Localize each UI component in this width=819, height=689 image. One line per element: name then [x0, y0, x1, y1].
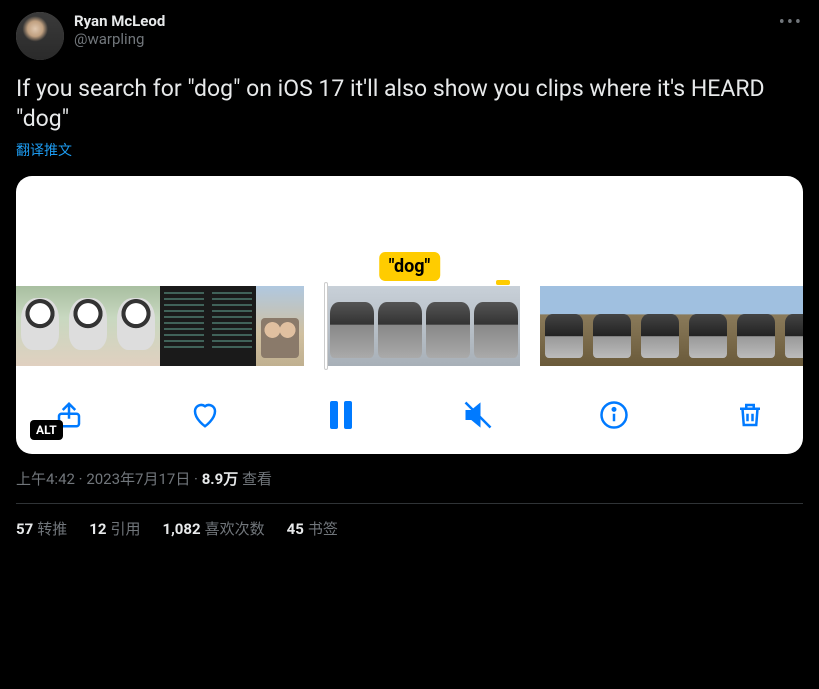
tweet-date: 2023年7月17日	[86, 470, 190, 488]
thumbnail	[780, 286, 803, 366]
info-icon[interactable]	[599, 398, 629, 432]
translate-link[interactable]: 翻译推文	[16, 140, 803, 160]
media-toolbar	[16, 370, 803, 442]
tweet-meta[interactable]: 上午4:42 · 2023年7月17日 · 8.9万 查看	[16, 468, 803, 489]
thumbnail	[16, 286, 64, 366]
thumbnail	[160, 286, 208, 366]
thumbnail	[588, 286, 636, 366]
thumbnail	[424, 286, 472, 366]
thumbnail	[256, 286, 304, 366]
divider	[16, 503, 803, 504]
more-icon[interactable]: •••	[779, 12, 803, 33]
trash-icon[interactable]	[735, 398, 765, 432]
user-handle: @warpling	[74, 30, 165, 48]
avatar[interactable]	[16, 12, 64, 60]
thumbnail	[64, 286, 112, 366]
likes-stat[interactable]: 1,082喜欢次数	[162, 518, 264, 539]
clip-group-3[interactable]	[540, 286, 803, 370]
bookmarks-stat[interactable]: 45书签	[287, 518, 338, 539]
caption-tick	[496, 280, 510, 285]
tweet-container: Ryan McLeod @warpling ••• If you search …	[0, 0, 819, 551]
thumbnail	[540, 286, 588, 366]
views-label: 查看	[238, 470, 272, 488]
thumbnail	[328, 286, 376, 366]
views-count: 8.9万	[202, 470, 239, 488]
thumbnail	[376, 286, 424, 366]
tweet-header: Ryan McLeod @warpling •••	[16, 12, 803, 60]
thumbnail	[472, 286, 520, 366]
thumbnail	[732, 286, 780, 366]
clip-group-1[interactable]	[16, 286, 304, 370]
tweet-text: If you search for "dog" on iOS 17 it'll …	[16, 74, 803, 134]
media-card[interactable]: "dog"	[16, 176, 803, 454]
retweets-stat[interactable]: 57转推	[16, 518, 67, 539]
clip-group-2[interactable]	[324, 286, 520, 370]
user-block[interactable]: Ryan McLeod @warpling	[74, 12, 165, 48]
mute-icon[interactable]	[463, 398, 493, 432]
quotes-stat[interactable]: 12引用	[89, 518, 140, 539]
tweet-stats: 57转推 12引用 1,082喜欢次数 45书签	[16, 518, 803, 539]
alt-badge[interactable]: ALT	[30, 420, 63, 440]
thumbnail	[208, 286, 256, 366]
thumbnail	[636, 286, 684, 366]
caption-row: "dog"	[16, 266, 803, 282]
thumbnail	[112, 286, 160, 366]
video-timeline[interactable]	[16, 282, 803, 370]
tweet-time: 上午4:42	[16, 470, 75, 488]
display-name: Ryan McLeod	[74, 12, 165, 30]
caption-tag: "dog"	[379, 252, 441, 281]
heart-icon[interactable]	[190, 398, 220, 432]
pause-icon[interactable]	[326, 398, 356, 432]
thumbnail	[684, 286, 732, 366]
